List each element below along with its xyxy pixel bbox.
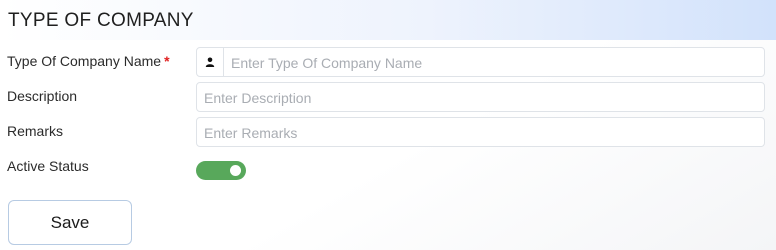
active-status-toggle[interactable] bbox=[196, 161, 246, 180]
description-label: Description bbox=[7, 88, 78, 104]
company-name-label-text: Type Of Company Name bbox=[7, 53, 162, 69]
active-status-label: Active Status bbox=[7, 158, 89, 174]
description-placeholder: Enter Description bbox=[204, 90, 312, 106]
company-name-field[interactable]: Enter Type Of Company Name bbox=[196, 47, 765, 77]
save-button[interactable]: Save bbox=[8, 200, 132, 245]
company-name-label: Type Of Company Name * bbox=[7, 53, 170, 69]
toggle-knob bbox=[230, 165, 241, 176]
page-title: TYPE OF COMPANY bbox=[8, 10, 194, 31]
remarks-label: Remarks bbox=[7, 123, 64, 139]
remarks-field[interactable]: Enter Remarks bbox=[196, 117, 765, 147]
required-marker: * bbox=[164, 53, 170, 69]
user-icon bbox=[197, 48, 224, 76]
description-field[interactable]: Enter Description bbox=[196, 82, 765, 112]
remarks-placeholder: Enter Remarks bbox=[204, 125, 298, 141]
company-name-placeholder: Enter Type Of Company Name bbox=[231, 55, 423, 71]
page-header: TYPE OF COMPANY bbox=[0, 0, 776, 40]
